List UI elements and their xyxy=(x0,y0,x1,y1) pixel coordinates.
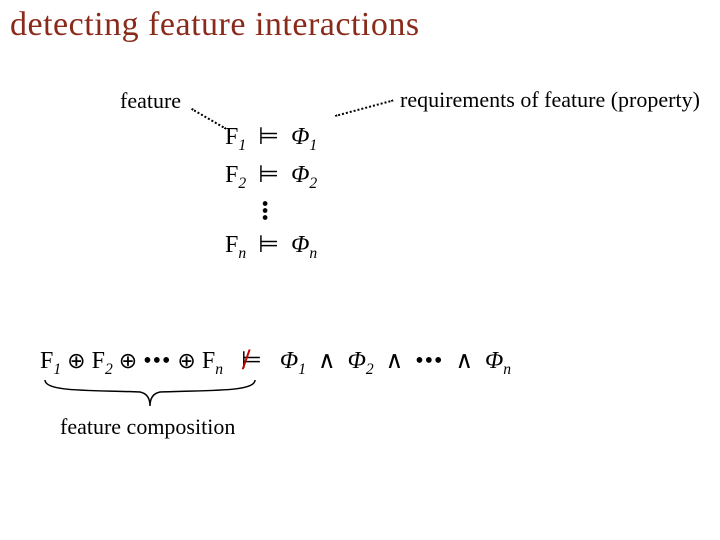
brace-icon xyxy=(40,378,260,408)
composition-label: feature composition xyxy=(60,414,235,440)
F1: F xyxy=(40,348,53,374)
Fn-sub: n xyxy=(215,361,223,378)
sat-row-2: F2 ⊨ Φ2 xyxy=(225,160,317,193)
composition-line: F1 ⊕ F2 ⊕ ••• ⊕ Fn ⊨ / Φ1 ∧ Φ2 ∧ ••• ∧ Φ… xyxy=(40,346,511,379)
slide: detecting feature interactions feature r… xyxy=(0,0,720,540)
sub-1b: 1 xyxy=(309,137,317,154)
phin-sub: n xyxy=(503,361,511,378)
F1-sub: 1 xyxy=(53,361,61,378)
oplus-2: ⊕ xyxy=(119,350,137,372)
phi1-sub: 1 xyxy=(298,361,306,378)
hdots-1: ••• xyxy=(143,348,171,374)
feature-label: feature xyxy=(120,88,181,114)
F2-sub: 2 xyxy=(105,361,113,378)
vertical-dots: ••• xyxy=(252,200,275,221)
hdots-2: ••• xyxy=(415,348,443,374)
wedge-1: ∧ xyxy=(318,348,336,374)
models-symbol-2: ⊨ xyxy=(258,162,279,188)
wedge-3: ∧ xyxy=(455,348,473,374)
sub-1: 1 xyxy=(238,137,246,154)
not-models-symbol: ⊨ / xyxy=(241,346,262,375)
phi-symbol-n: Φ xyxy=(291,232,309,258)
F-symbol-n: F xyxy=(225,232,238,258)
F-symbol-2: F xyxy=(225,162,238,188)
dotted-line-requirements xyxy=(335,99,393,116)
wedge-2: ∧ xyxy=(386,348,404,374)
phi2: Φ xyxy=(348,348,366,374)
F2: F xyxy=(92,348,105,374)
not-slash: / xyxy=(242,343,250,377)
sub-nb: n xyxy=(309,245,317,262)
requirements-label: requirements of feature (property) xyxy=(400,88,700,112)
page-title: detecting feature interactions xyxy=(10,6,420,44)
sub-2b: 2 xyxy=(309,175,317,192)
models-symbol-n: ⊨ xyxy=(258,232,279,258)
phi-symbol-2: Φ xyxy=(291,162,309,188)
sub-2: 2 xyxy=(238,175,246,192)
oplus-1: ⊕ xyxy=(67,350,85,372)
Fn: F xyxy=(202,348,215,374)
models-symbol: ⊨ xyxy=(258,124,279,150)
phi-symbol: Φ xyxy=(291,124,309,150)
phi2-sub: 2 xyxy=(366,361,374,378)
F-symbol: F xyxy=(225,124,238,150)
sub-n: n xyxy=(238,245,246,262)
dotted-line-feature xyxy=(191,108,227,130)
sat-row-n: Fn ⊨ Φn xyxy=(225,230,317,263)
phi1: Φ xyxy=(280,348,298,374)
oplus-3: ⊕ xyxy=(177,350,195,372)
sat-row-1: F1 ⊨ Φ1 xyxy=(225,122,317,155)
phin: Φ xyxy=(485,348,503,374)
